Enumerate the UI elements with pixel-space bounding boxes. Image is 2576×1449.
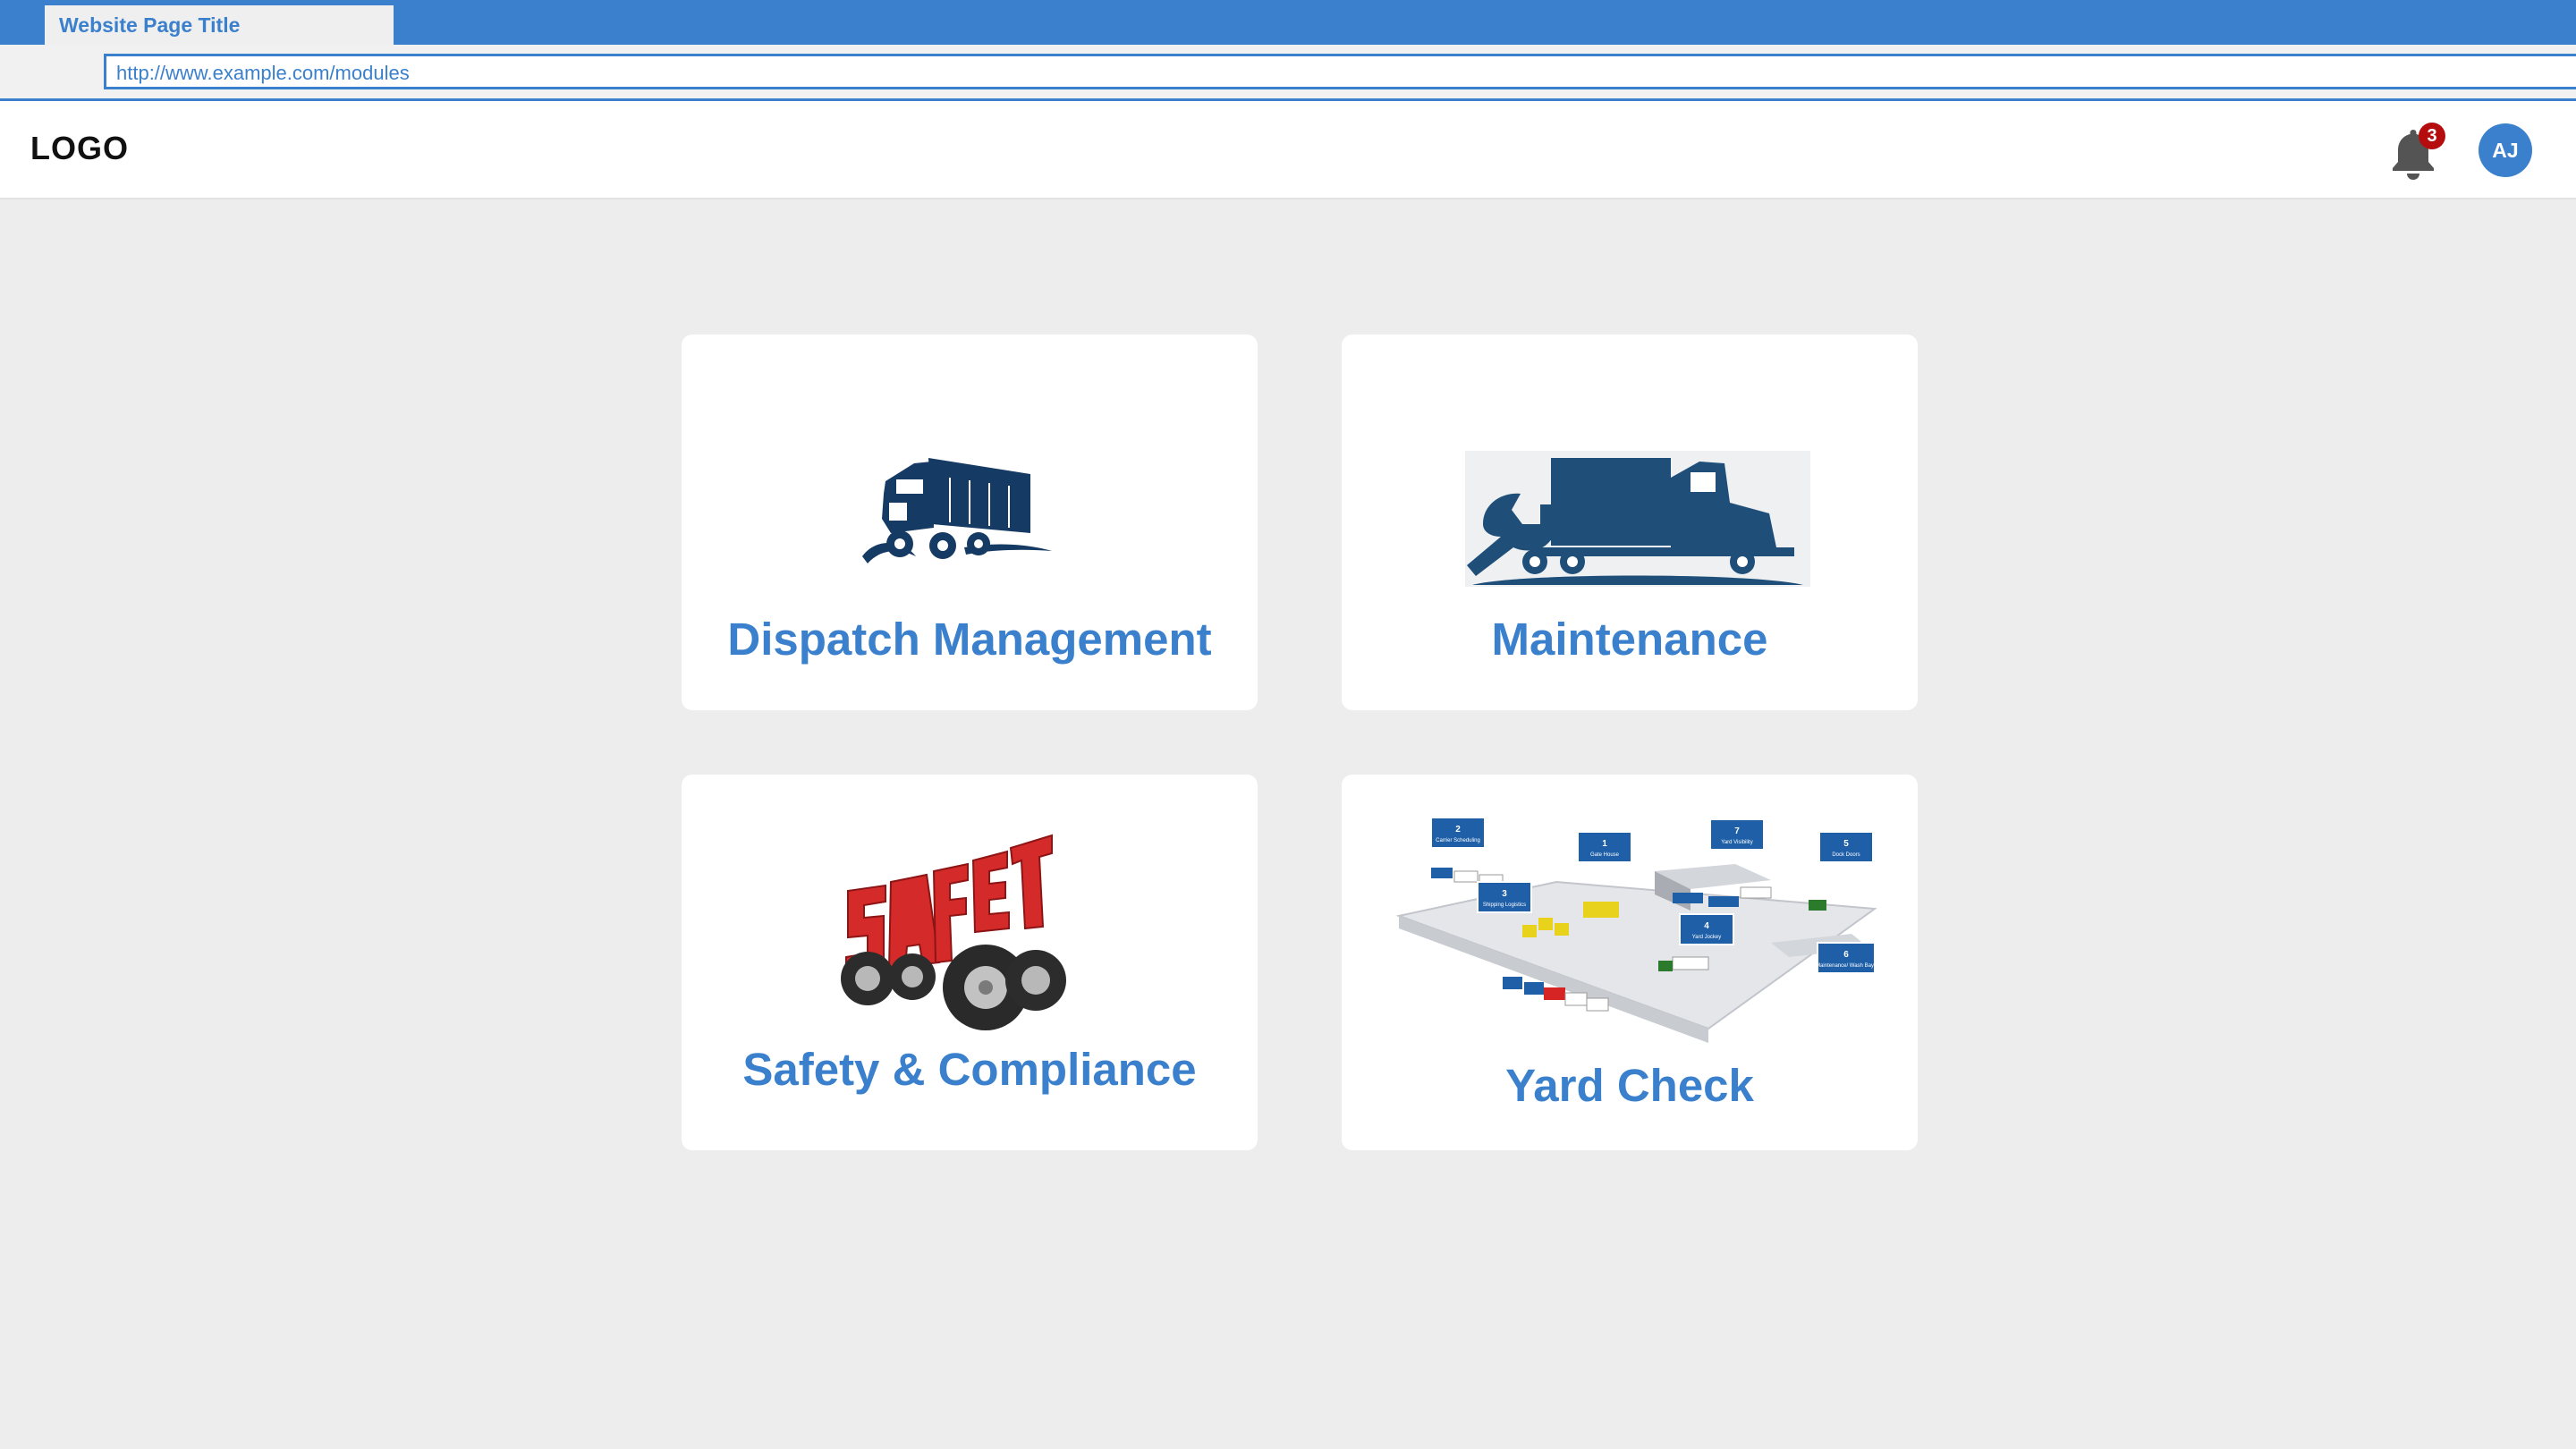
module-title: Safety & Compliance	[742, 1044, 1197, 1095]
yard-sign-caption: Maintenance/ Wash Bays	[1816, 963, 1877, 969]
yard-sign-caption: Dock Doors	[1832, 852, 1860, 858]
yard-sign-caption: Shipping Logistics	[1483, 902, 1526, 908]
browser-address-area: http://www.example.com/modules	[0, 45, 2576, 100]
yard-sign-number: 2	[1455, 825, 1461, 835]
logo[interactable]: LOGO	[30, 130, 129, 167]
address-bar[interactable]: http://www.example.com/modules	[104, 54, 2576, 89]
truck-wrench-icon	[1465, 451, 1810, 587]
browser-tab-bar: Website Page Title	[0, 0, 2576, 45]
semi-truck-icon	[862, 458, 1052, 564]
module-title: Dispatch Management	[727, 614, 1212, 665]
yard-sign-number: 5	[1843, 839, 1849, 849]
module-card-yard-check[interactable]: 1 Gate House 2 Carrier Scheduling 3 Shipping …	[1342, 775, 1918, 1150]
browser-tab[interactable]: Website Page Title	[45, 5, 394, 45]
module-card-dispatch-management[interactable]: Dispatch Management	[682, 335, 1258, 710]
yard-sign-caption: Gate House	[1590, 852, 1620, 858]
yard-sign-number: 7	[1734, 826, 1740, 836]
user-avatar[interactable]: AJ	[2479, 123, 2532, 177]
yard-sign-number: 1	[1602, 839, 1607, 849]
module-title: Maintenance	[1491, 614, 1768, 665]
yard-sign-caption: Carrier Scheduling	[1436, 838, 1480, 843]
app-header: LOGO 3 AJ	[0, 101, 2576, 199]
yard-sign-number: 6	[1843, 950, 1849, 960]
yard-layout-image: 1 Gate House 2 Carrier Scheduling 3 Shipping …	[1395, 818, 1877, 1043]
module-card-maintenance[interactable]: Maintenance	[1342, 335, 1918, 710]
yard-sign-number: 3	[1502, 889, 1507, 899]
safety-wheels-image	[841, 834, 1066, 1030]
yard-sign-caption: Yard Jockey	[1692, 935, 1722, 940]
yard-sign-number: 4	[1704, 921, 1709, 931]
notification-badge: 3	[2419, 123, 2445, 149]
module-title: Yard Check	[1505, 1060, 1754, 1111]
module-card-safety-compliance[interactable]: Safety & Compliance	[682, 775, 1258, 1150]
yard-sign-caption: Yard Visibility	[1721, 840, 1752, 845]
